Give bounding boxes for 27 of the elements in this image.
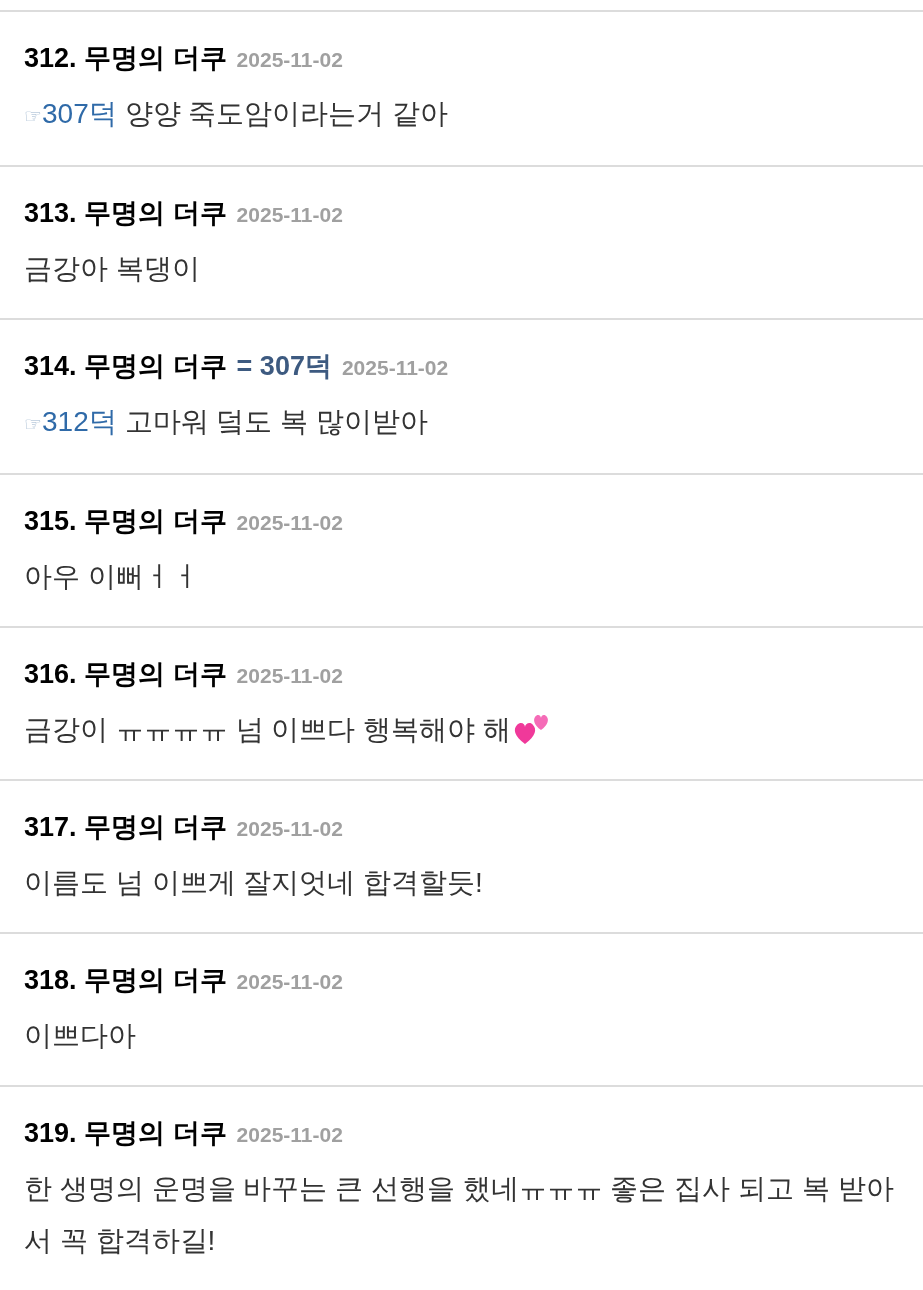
- comment-date: 2025-11-02: [341, 355, 449, 381]
- comment-date: 2025-11-02: [236, 969, 343, 995]
- comment-author: 319. 무명의 더쿠: [24, 1117, 227, 1150]
- comment-author: 312. 무명의 더쿠: [24, 42, 227, 75]
- comment-text: 이쁘다아: [24, 1020, 136, 1051]
- comment-author: 316. 무명의 더쿠: [24, 658, 227, 691]
- comment-text: 한 생명의 운명을 바꾸는 큰 선행을 했네ㅠㅠㅠ 좋은 집사 되고 복 받아서 꼭 합격하길!: [24, 1173, 894, 1256]
- comment-text: 아우 이뻐ㅓㅓ: [24, 561, 200, 592]
- comment-author: 315. 무명의 더쿠: [24, 505, 227, 538]
- comment-text: 이름도 넘 이쁘게 잘지엇네 합격할듯!: [24, 867, 483, 898]
- comment-date: 2025-11-02: [236, 816, 343, 842]
- comment-text: 고마워 덬도 복 많이받아: [124, 406, 429, 437]
- comment-author: 318. 무명의 더쿠: [24, 964, 227, 997]
- comment-date: 2025-11-02: [236, 47, 343, 73]
- comment-text: 금강아 복댕이: [24, 253, 200, 284]
- comment-date: 2025-11-02: [236, 663, 343, 689]
- comment-date: 2025-11-02: [236, 202, 343, 228]
- comment-author: 313. 무명의 더쿠: [24, 197, 227, 230]
- reply-link[interactable]: ☞307덕: [24, 98, 117, 129]
- comment-date: 2025-11-02: [236, 1122, 343, 1148]
- author-tag: = 307덕: [236, 348, 332, 384]
- reply-link[interactable]: ☞312덕: [24, 406, 117, 437]
- comment-text: 금강이 ㅠㅠㅠㅠ 넘 이쁘다 행복해야 해: [24, 714, 511, 745]
- comment-author: 317. 무명의 더쿠: [24, 811, 227, 844]
- comment-date: 2025-11-02: [236, 510, 343, 536]
- comment-author: 314. 무명의 더쿠: [24, 350, 227, 383]
- comment-text: 양양 죽도암이라는거 같아: [124, 98, 449, 129]
